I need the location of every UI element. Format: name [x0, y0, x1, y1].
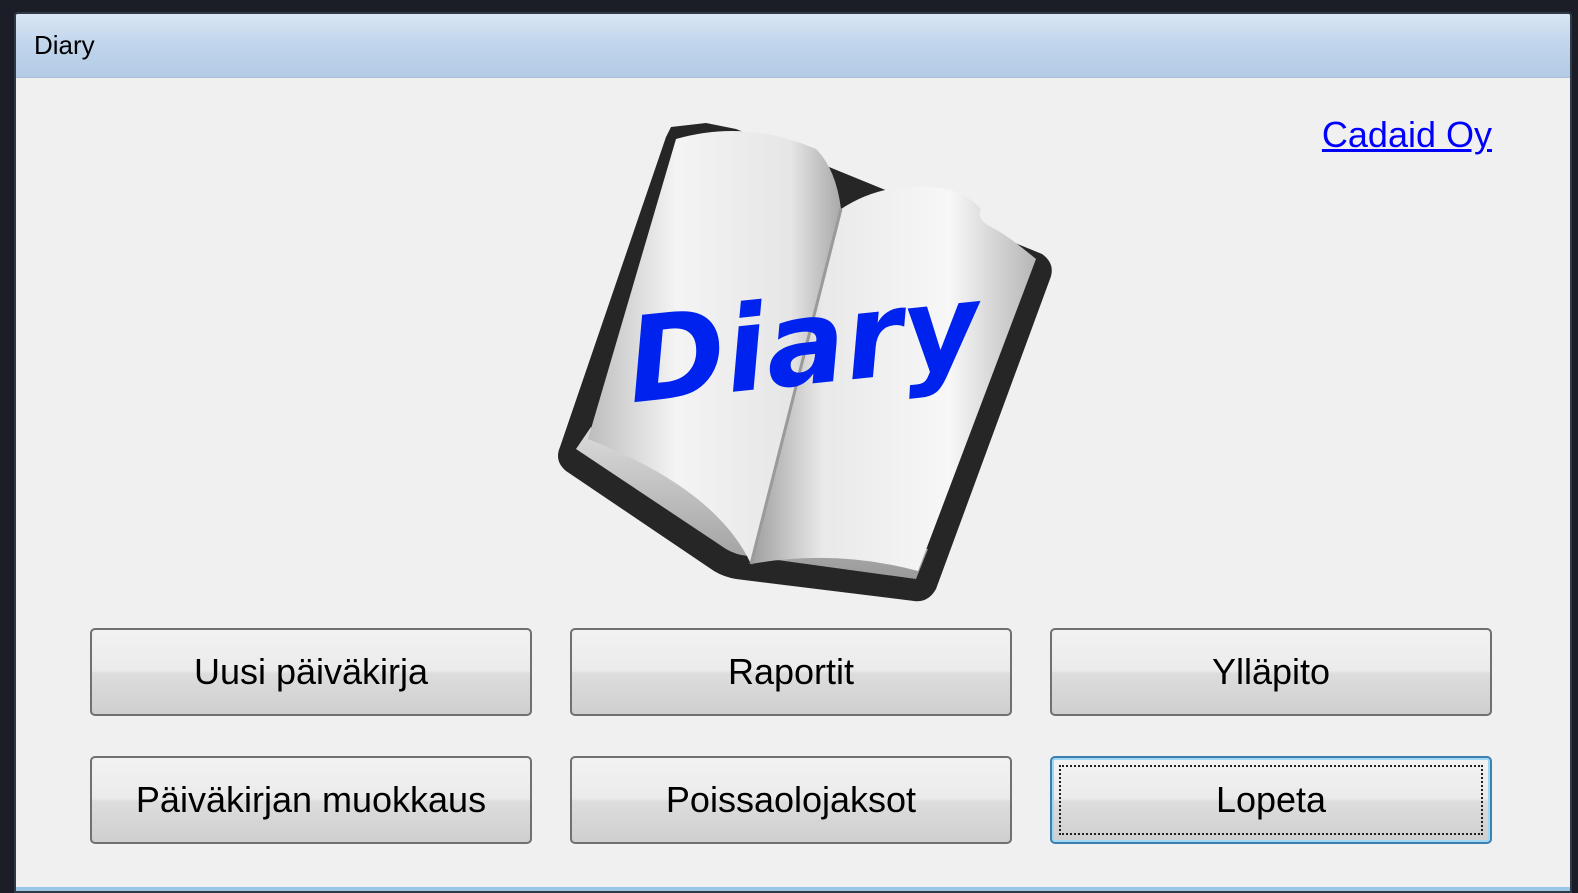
reports-button[interactable]: Raportit — [570, 628, 1012, 716]
company-link[interactable]: Cadaid Oy — [1322, 114, 1492, 156]
title-bar[interactable]: Diary — [16, 14, 1570, 78]
new-diary-button[interactable]: Uusi päiväkirja — [90, 628, 532, 716]
reports-label: Raportit — [727, 651, 855, 692]
absence-periods-label: Poissaolojaksot — [665, 779, 917, 820]
quit-button[interactable]: Lopeta — [1050, 756, 1492, 844]
window-bottom-border — [16, 887, 1570, 891]
diary-logo: Diary — [558, 123, 1052, 602]
maintenance-label: Ylläpito — [1211, 651, 1331, 692]
absence-periods-button[interactable]: Poissaolojaksot — [570, 756, 1012, 844]
new-diary-label: Uusi päiväkirja — [193, 651, 429, 692]
maintenance-button[interactable]: Ylläpito — [1050, 628, 1492, 716]
quit-label: Lopeta — [1215, 779, 1327, 820]
window-title: Diary — [34, 30, 95, 60]
edit-diary-label: Päiväkirjan muokkaus — [135, 779, 487, 820]
diary-window: Diary Cadaid Oy Diary Uusi päiväkirja Ra… — [14, 12, 1572, 893]
edit-diary-button[interactable]: Päiväkirjan muokkaus — [90, 756, 532, 844]
